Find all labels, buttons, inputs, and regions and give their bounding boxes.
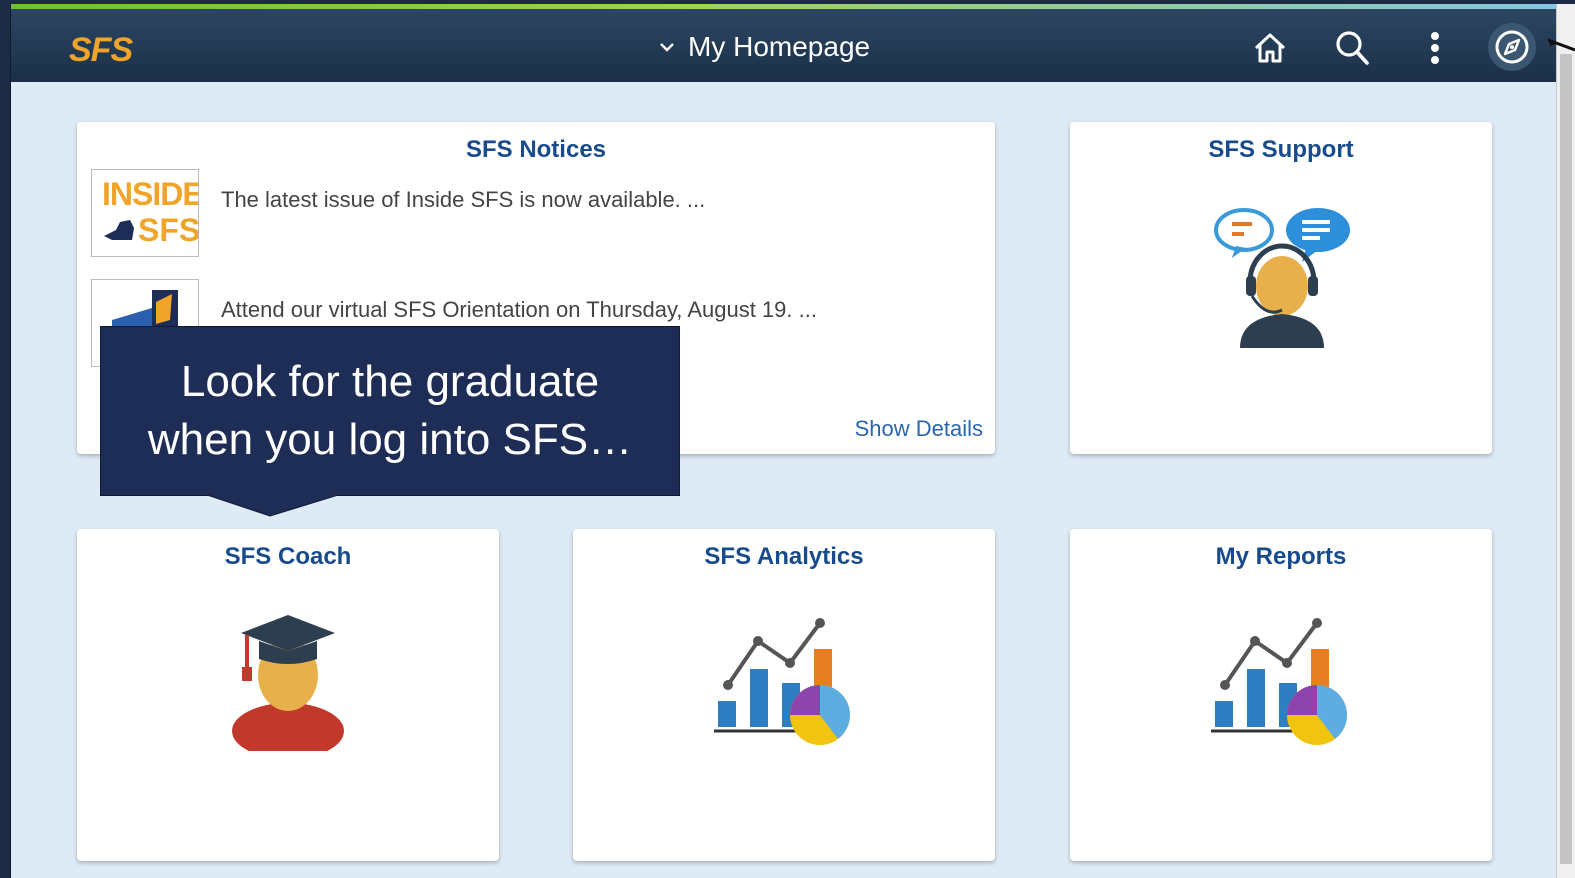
home-icon[interactable]	[1249, 27, 1291, 69]
callout-pointer	[198, 492, 348, 517]
notice-text[interactable]: Attend our virtual SFS Orientation on Th…	[221, 297, 817, 323]
pointer-arrow-icon	[1548, 38, 1575, 52]
tile-sfs-analytics[interactable]: SFS Analytics	[573, 529, 995, 861]
support-agent-icon	[1214, 208, 1350, 348]
vertical-scrollbar[interactable]	[1556, 4, 1575, 878]
callout-line-2: when you log into SFS…	[147, 415, 633, 464]
homepage-title: My Homepage	[688, 31, 871, 62]
tile-my-reports[interactable]: My Reports	[1070, 529, 1492, 861]
tile-sfs-coach[interactable]: SFS Coach	[77, 529, 499, 861]
notice-item[interactable]: INSIDE SFS The latest issue of Inside SF…	[91, 169, 971, 261]
homepage-selector[interactable]: My Homepage	[656, 31, 870, 63]
tile-title: SFS Analytics	[704, 543, 864, 570]
notice-text[interactable]: The latest issue of Inside SFS is now av…	[221, 187, 705, 213]
analytics-chart-icon	[714, 618, 850, 745]
tile-sfs-support[interactable]: SFS Support	[1070, 122, 1492, 454]
header-bar: SFS My Homepage	[11, 9, 1557, 82]
tile-title: My Reports	[1215, 543, 1347, 570]
graduate-icon	[232, 615, 344, 751]
actions-menu-icon[interactable]	[1414, 27, 1456, 69]
thumb-text-inside: INSIDE	[102, 176, 199, 212]
tile-title: SFS Support	[1208, 136, 1354, 163]
tile-title: SFS Notices	[465, 136, 607, 163]
ny-state-icon	[104, 220, 134, 240]
sfs-logo[interactable]: SFS	[69, 31, 133, 70]
tile-title: SFS Coach	[224, 543, 352, 570]
thumb-text-sfs: SFS	[138, 212, 199, 248]
show-details-link[interactable]: Show Details	[855, 416, 983, 442]
callout-line-1: Look for the graduate	[180, 357, 600, 406]
scrollbar-thumb[interactable]	[1560, 54, 1572, 864]
search-icon[interactable]	[1331, 27, 1373, 69]
reports-chart-icon	[1211, 618, 1347, 745]
navbar-icon[interactable]	[1488, 23, 1536, 71]
tutorial-callout: Look for the graduate when you log into …	[100, 326, 680, 496]
inside-sfs-thumbnail: INSIDE SFS	[91, 169, 199, 257]
chevron-down-icon	[660, 43, 674, 52]
